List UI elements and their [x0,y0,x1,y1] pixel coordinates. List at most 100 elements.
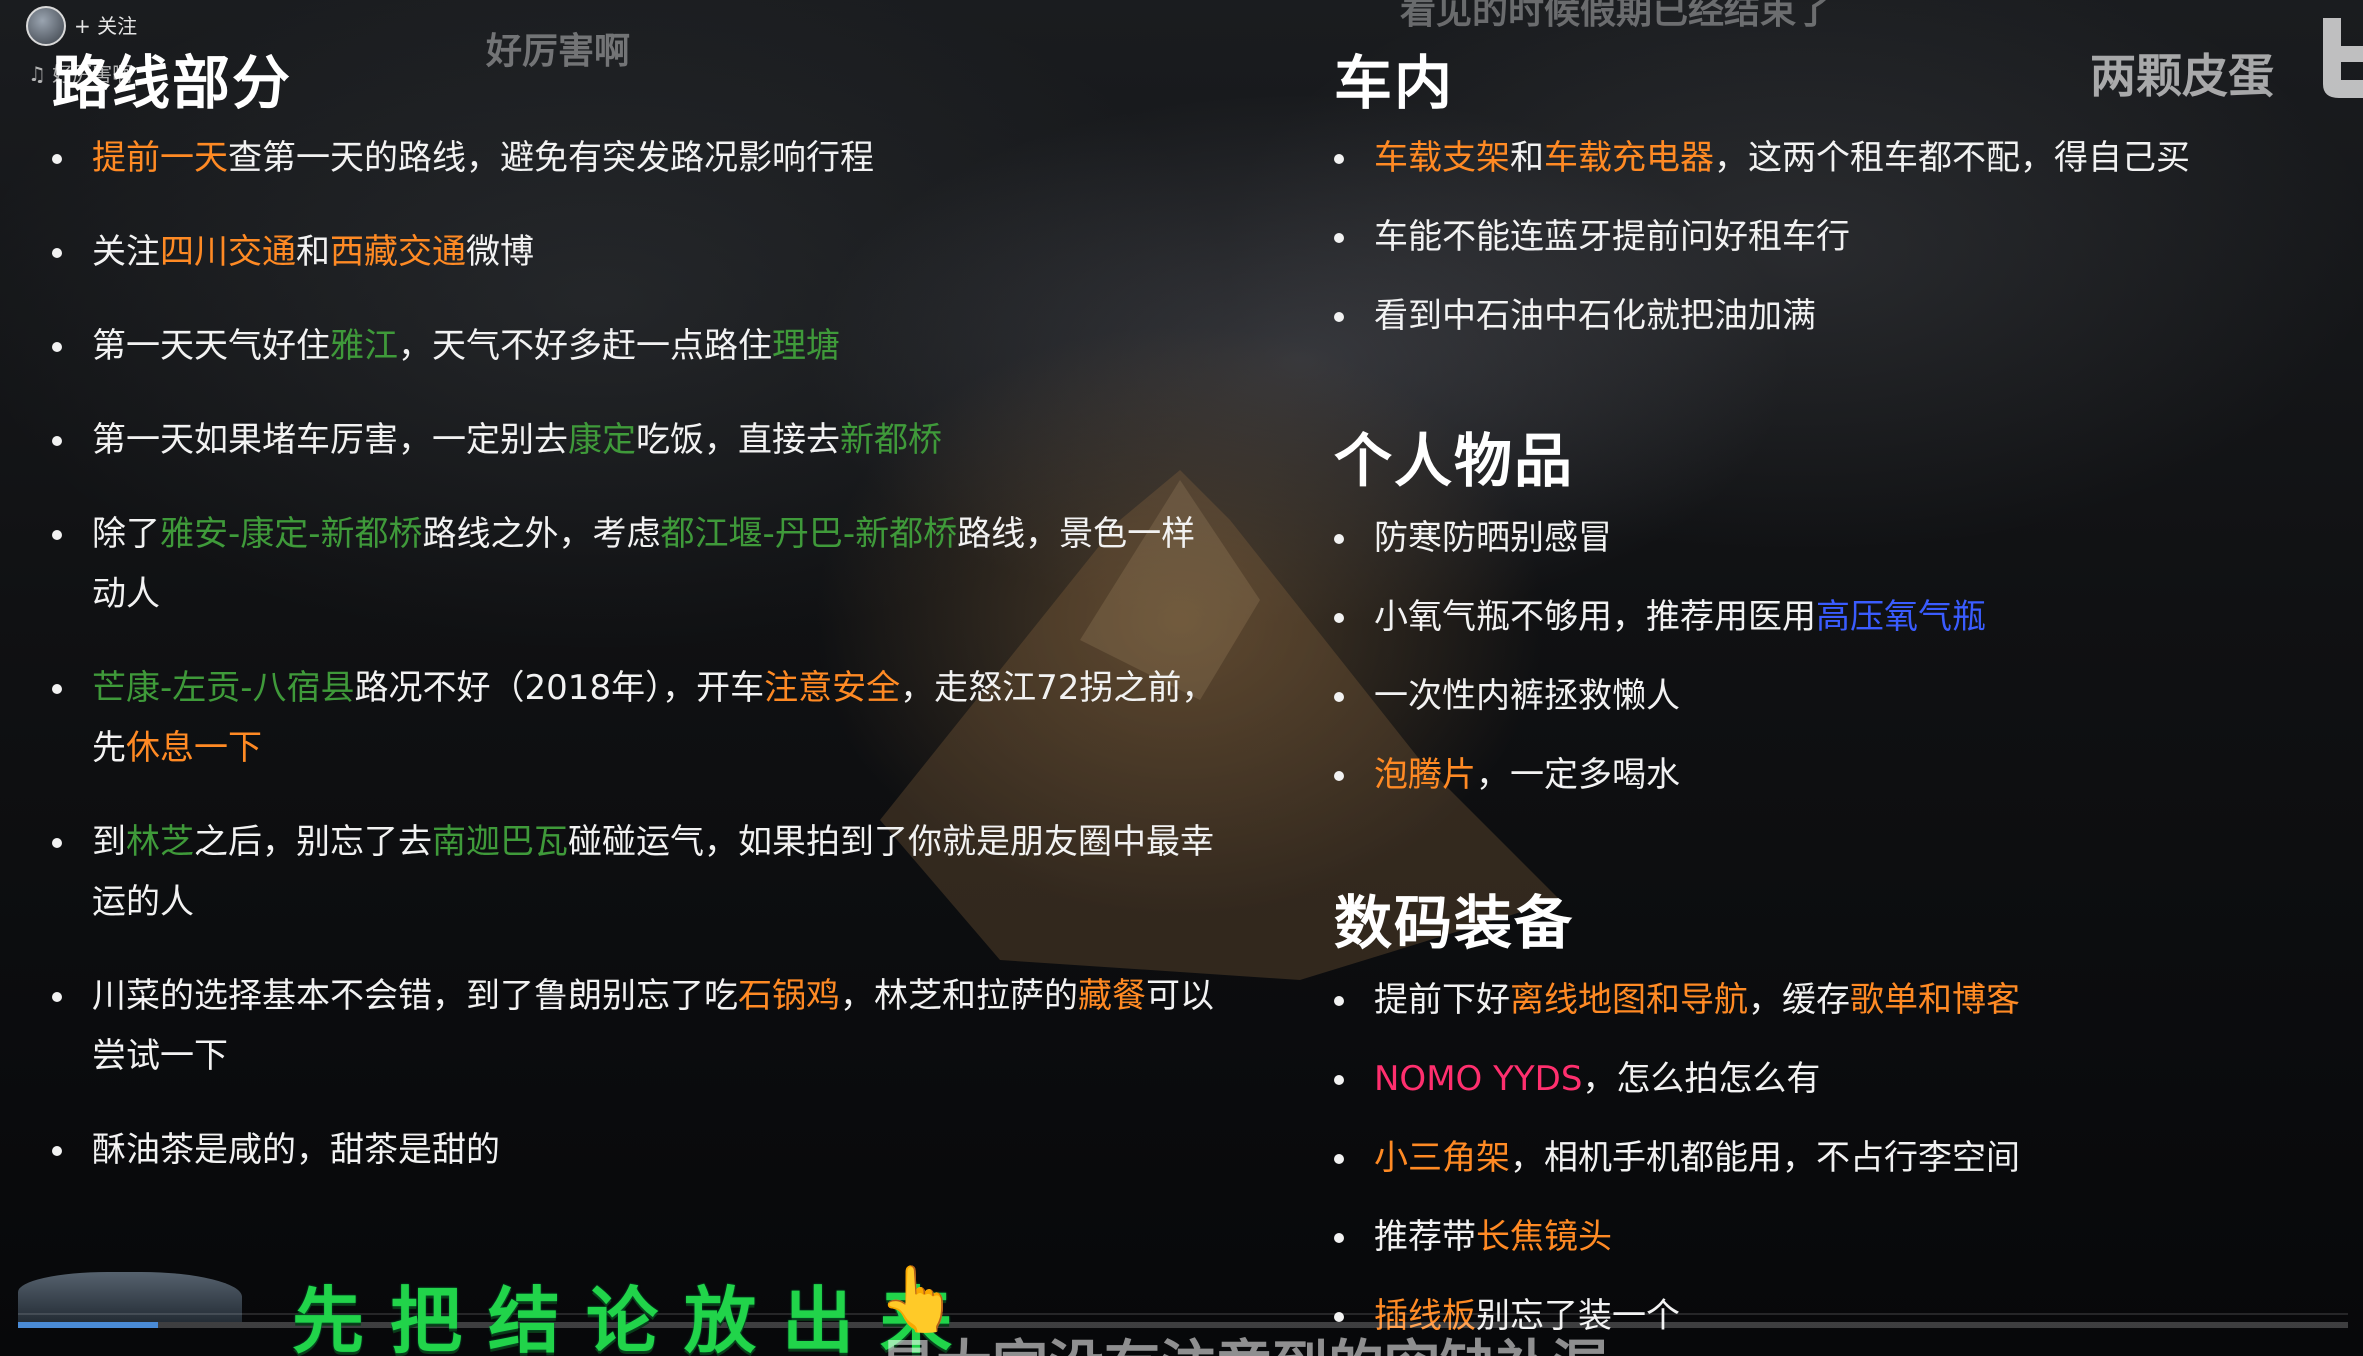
list-item: 看到中石油中石化就把油加满 [1316,286,2336,346]
list-item: 关注四川交通和西藏交通微博 [34,222,1224,282]
list-item-text: 新都桥 [840,420,942,460]
list-item-text: 雅江 [330,326,398,366]
section-title-digital: 数码装备 [1334,889,1575,957]
list-item-text: 路线之外，考虑 [422,514,661,554]
list-item-text: 推荐带 [1374,1217,1476,1257]
list-item: 酥油茶是咸的，甜茶是甜的 [34,1120,1224,1180]
top-caption: 看见的时候假期已经结束了 [1400,0,1833,32]
subtitle-text: 先把结论放出来 [292,1279,979,1356]
list-item: 提前下好离线地图和导航，缓存歌单和博客 [1316,970,2336,1030]
list-item-text: 芒康-左贡-八宿县 [92,668,355,708]
list-item-text: 离线地图和导航 [1510,980,1748,1020]
bullet-icon [52,1146,62,1156]
list-item-text: 酥油茶是咸的，甜茶是甜的 [92,1130,500,1170]
watermark-right: 两颗皮蛋 [2090,49,2274,103]
list-item: 川菜的选择基本不会错，到了鲁朗别忘了吃石锅鸡，林芝和拉萨的藏餐可以尝试一下 [34,966,1224,1086]
list-item-text: NOMO YYDS [1374,1059,1583,1099]
list-item-text: ，缓存 [1748,980,1850,1020]
list-item-text: ，天气不好多赶一点路住 [398,326,772,366]
list-item-text: 和 [296,232,330,272]
list-item: 提前一天查第一天的路线，避免有突发路况影响行程 [34,128,1224,188]
bullet-icon [1334,233,1344,243]
list-item-text: 路况不好（2018年），开车 [354,668,765,708]
list-item-text: 第一天天气好住 [92,326,330,366]
list-item-text: 提前下好 [1374,980,1510,1020]
list-item-text: 之后，别忘了去 [194,822,432,862]
bullet-icon [52,530,62,540]
bullet-icon [1334,771,1344,781]
personal-list: 防寒防晒别感冒 小氧气瓶不够用，推荐用医用高压氧气瓶 一次性内裤拯救懒人 泡腾片，一定… [1316,508,2336,824]
list-item-text: 车载支架 [1374,138,1510,178]
car-list: 车载支架和车载充电器，这两个租车都不配，得自己买车能不能连蓝牙提前问好租车行看到… [1316,128,2336,365]
list-item-text: 歌单和博客 [1850,980,2020,1020]
bullet-icon [1334,1154,1344,1164]
list-item: 泡腾片，一定多喝水 [1316,745,2336,805]
progress-fill [18,1322,158,1328]
list-item: 第一天如果堵车厉害，一定别去康定吃饭，直接去新都桥 [34,410,1224,470]
bullet-icon [1334,312,1344,322]
list-item: 到林芝之后，别忘了去南迦巴瓦碰碰运气，如果拍到了你就是朋友圈中最幸运的人 [34,812,1224,932]
list-item-text: 藏餐 [1078,976,1146,1016]
list-item-text: 注意安全 [764,668,901,708]
list-item-text: 除了 [92,514,160,554]
bullet-icon [1334,613,1344,623]
list-item: 一次性内裤拯救懒人 [1316,666,2336,726]
list-item-text: 到 [92,822,126,862]
list-item-text: 南迦巴瓦 [432,822,568,862]
list-item-text: ，相机手机都能用，不占行李空间 [1510,1138,2020,1178]
bullet-icon [1334,996,1344,1006]
list-item: 第一天天气好住雅江，天气不好多赶一点路住理塘 [34,316,1224,376]
list-item-text: ，怎么拍怎么有 [1582,1059,1821,1099]
list-item: NOMO YYDS，怎么拍怎么有 [1316,1049,2336,1109]
brand-logo-icon [2323,18,2363,98]
list-item-text: 微博 [466,232,534,272]
list-item-text: 查第一天的路线，避免有突发路况影响行程 [228,138,874,178]
list-item: 小氧气瓶不够用，推荐用医用高压氧气瓶 [1316,587,2336,647]
watermark-left: 好厉害啊 [486,31,631,72]
list-item-text: 康定 [568,420,636,460]
list-item-text: 林芝 [126,822,194,862]
list-item-text: ，这两个租车都不配，得自己买 [1714,138,2190,178]
list-item-text: 车载充电器 [1544,138,1714,178]
list-item: 除了雅安-康定-新都桥路线之外，考虑都江堰-丹巴-新都桥路线，景色一样动人 [34,504,1224,624]
list-item-text: 关注 [92,232,160,272]
list-item: 芒康-左贡-八宿县路况不好（2018年），开车注意安全，走怒江72拐之前，先休息… [34,658,1224,778]
list-item: 推荐带长焦镜头 [1316,1207,2336,1267]
list-item: 小三角架，相机手机都能用，不占行李空间 [1316,1128,2336,1188]
list-item-text: 和 [1510,138,1544,178]
list-item-text: ，一定多喝水 [1476,755,1680,795]
list-item-text: 理塘 [772,326,840,366]
bottom-caption: 是大家没有注意到的空缺补漏 [880,1322,1608,1356]
list-item-text: 休息一下 [126,728,262,768]
list-item-text: 西藏交通 [330,232,466,272]
list-item-text: 第一天如果堵车厉害，一定别去 [92,420,568,460]
list-item-text: 都江堰-丹巴-新都桥 [660,514,958,554]
bullet-icon [52,992,62,1002]
bullet-icon [1334,1075,1344,1085]
list-item: 车能不能连蓝牙提前问好租车行 [1316,207,2336,267]
list-item-text: 提前一天 [92,138,228,178]
section-title-personal: 个人物品 [1334,427,1575,495]
bullet-icon [1334,692,1344,702]
bullet-icon [1334,534,1344,544]
bullet-icon [52,342,62,352]
digital-list: 提前下好离线地图和导航，缓存歌单和博客 NOMO YYDS，怎么拍怎么有 小三角架，… [1316,970,2336,1356]
list-item-text: ，林芝和拉萨的 [840,976,1078,1016]
list-item-text: 小氧气瓶不够用，推荐用医用 [1374,597,1816,637]
list-item-text: 吃饭，直接去 [636,420,840,460]
bullet-icon [52,154,62,164]
bullet-icon [52,838,62,848]
list-item-text: 防寒防晒别感冒 [1374,518,1612,558]
list-item-text: 一次性内裤拯救懒人 [1374,676,1680,716]
section-title-route: 路线部分 [52,49,293,117]
route-list: 提前一天查第一天的路线，避免有突发路况影响行程 关注四川交通和西藏交通微博 第一天天… [34,128,1224,1214]
list-item-text: 小三角架 [1374,1138,1510,1178]
list-item-text: 看到中石油中石化就把油加满 [1374,296,1816,336]
video-frame: + 关注 ♫ 好厉害啊 好厉害啊 看见的时候假期已经结束了 两颗皮蛋 路线部分 … [0,0,2363,1356]
list-item-text: 泡腾片 [1374,755,1476,795]
follow-button[interactable]: + 关注 [74,10,137,39]
bullet-icon [52,684,62,694]
bullet-icon [52,436,62,446]
list-item-text: 高压氧气瓶 [1816,597,1986,637]
list-item-text: 四川交通 [160,232,296,272]
